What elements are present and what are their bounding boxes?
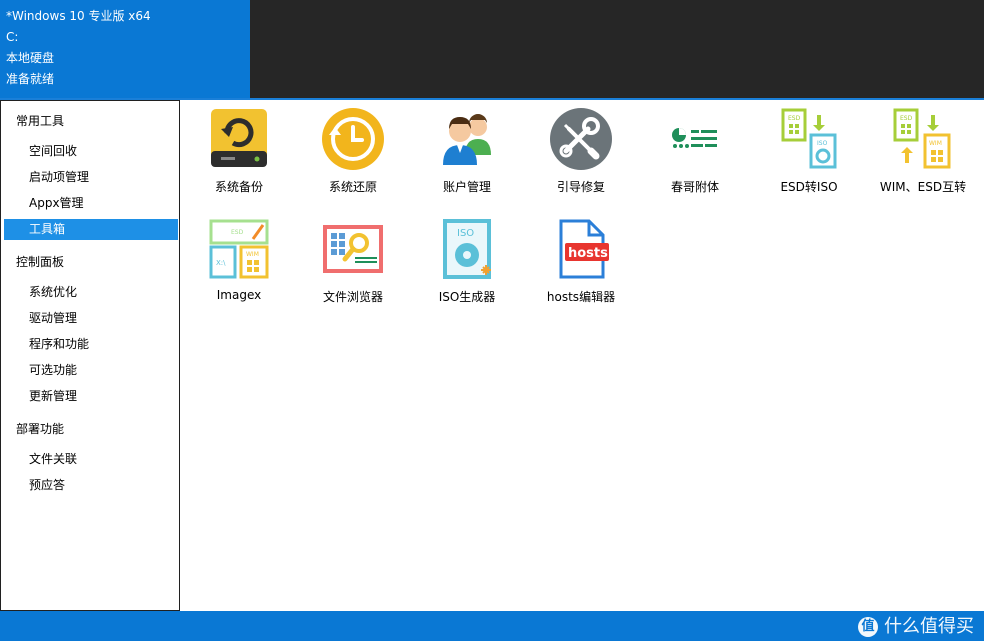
sidebar-item-label: 启动项管理 <box>29 170 90 184</box>
sidebar-item-label: 预应答 <box>29 478 66 492</box>
windows-edition-label: *Windows 10 专业版 x64 <box>6 9 151 23</box>
sidebar-item-space-recycle[interactable]: 空间回收 <box>4 141 178 162</box>
tool-label: ESD转ISO <box>780 180 838 194</box>
svg-text:WIM: WIM <box>246 251 259 258</box>
tool-label: 系统备份 <box>214 180 263 194</box>
esd-to-iso-icon: ESD ISO <box>777 107 841 171</box>
svg-text:ESD: ESD <box>788 115 801 122</box>
users-icon <box>435 107 499 171</box>
svg-text:WIM: WIM <box>929 140 942 147</box>
sidebar-item-label: 系统优化 <box>29 285 78 299</box>
svg-text:ESD: ESD <box>231 229 244 236</box>
sidebar-item-label: 可选功能 <box>29 363 78 377</box>
svg-text:ISO: ISO <box>457 228 474 239</box>
tool-label: 系统还原 <box>328 180 377 194</box>
bottom-status-bar: 值 什么值得买 <box>0 611 984 641</box>
drive-letter-label: C: <box>6 30 19 44</box>
tool-wim-esd-convert[interactable]: ESD WIM WIM、ESD互转 <box>868 104 978 204</box>
imagex-icon: ESD X:\ WIM <box>207 217 271 281</box>
tool-label: 引导修复 <box>556 180 605 194</box>
sidebar-group-common-tools[interactable]: 常用工具 <box>16 114 64 128</box>
svg-text:X:\: X:\ <box>216 259 226 267</box>
tool-admin-takeover[interactable]: 春哥附体 <box>640 104 750 204</box>
tool-label: 春哥附体 <box>670 180 719 194</box>
svg-text:ISO: ISO <box>817 140 828 147</box>
sidebar-item-unattend[interactable]: 预应答 <box>4 475 178 496</box>
tool-label: WIM、ESD互转 <box>879 180 967 194</box>
sidebar: 常用工具 空间回收 启动项管理 Appx管理 工具箱 控制面板 系统优化 驱动管… <box>0 100 180 611</box>
sidebar-item-file-association[interactable]: 文件关联 <box>4 449 178 470</box>
sidebar-item-toolbox[interactable]: 工具箱 <box>4 219 178 240</box>
sidebar-item-appx-manager[interactable]: Appx管理 <box>4 193 178 214</box>
sidebar-item-label: 空间回收 <box>29 144 78 158</box>
header-dark-panel <box>250 0 984 98</box>
tool-label: hosts编辑器 <box>546 290 616 304</box>
sidebar-item-update-manager[interactable]: 更新管理 <box>4 386 178 407</box>
tool-boot-repair[interactable]: 引导修复 <box>526 104 636 204</box>
sidebar-item-startup-manager[interactable]: 启动项管理 <box>4 167 178 188</box>
watermark: 值 什么值得买 <box>858 617 974 637</box>
backup-drive-icon <box>207 107 271 171</box>
tool-imagex[interactable]: ESD X:\ WIM Imagex <box>184 214 294 314</box>
sidebar-item-label: 文件关联 <box>29 452 78 466</box>
sidebar-item-label: 更新管理 <box>29 389 78 403</box>
hosts-badge-text: hosts <box>568 246 608 261</box>
sidebar-item-label: Appx管理 <box>29 196 84 210</box>
header-info-panel: *Windows 10 专业版 x64 C: 本地硬盘 准备就绪 <box>0 0 250 98</box>
tool-label: 文件浏览器 <box>322 290 383 304</box>
tool-esd-to-iso[interactable]: ESD ISO ESD转ISO <box>754 104 864 204</box>
tool-label: 账户管理 <box>442 180 491 194</box>
sidebar-group-deploy[interactable]: 部署功能 <box>16 422 64 436</box>
sidebar-item-optional-features[interactable]: 可选功能 <box>4 360 178 381</box>
restore-clock-icon <box>321 107 385 171</box>
toolbox-grid: 系统备份 系统还原 账户管理 引导修复 春哥附体 ESD ISO ESD转ISO… <box>180 100 984 610</box>
sidebar-item-label: 驱动管理 <box>29 311 78 325</box>
svg-text:ESD: ESD <box>900 115 913 122</box>
status-label: 准备就绪 <box>6 72 55 86</box>
tool-iso-generator[interactable]: ISO ISO生成器 <box>412 214 522 314</box>
sidebar-item-programs-features[interactable]: 程序和功能 <box>4 334 178 355</box>
watermark-text: 什么值得买 <box>884 616 974 637</box>
sidebar-group-control-panel[interactable]: 控制面板 <box>16 255 64 269</box>
sidebar-item-driver-manager[interactable]: 驱动管理 <box>4 308 178 329</box>
sidebar-item-system-optimize[interactable]: 系统优化 <box>4 282 178 303</box>
wim-esd-convert-icon: ESD WIM <box>891 107 955 171</box>
tool-account-manager[interactable]: 账户管理 <box>412 104 522 204</box>
hosts-editor-icon: hosts <box>549 217 613 281</box>
tool-label: ISO生成器 <box>438 290 496 304</box>
tool-system-restore[interactable]: 系统还原 <box>298 104 408 204</box>
drive-type-label: 本地硬盘 <box>6 51 55 65</box>
watermark-logo: 值 <box>858 617 878 637</box>
tool-system-backup[interactable]: 系统备份 <box>184 104 294 204</box>
settings-list-icon <box>663 107 727 171</box>
iso-generator-icon: ISO <box>435 217 499 281</box>
wrench-screwdriver-icon <box>549 107 613 171</box>
tool-label: Imagex <box>216 288 262 302</box>
tool-hosts-editor[interactable]: hosts hosts编辑器 <box>526 214 636 314</box>
file-browser-icon <box>321 217 385 281</box>
sidebar-item-label: 程序和功能 <box>29 337 90 351</box>
sidebar-item-label: 工具箱 <box>29 222 66 236</box>
tool-file-browser[interactable]: 文件浏览器 <box>298 214 408 314</box>
